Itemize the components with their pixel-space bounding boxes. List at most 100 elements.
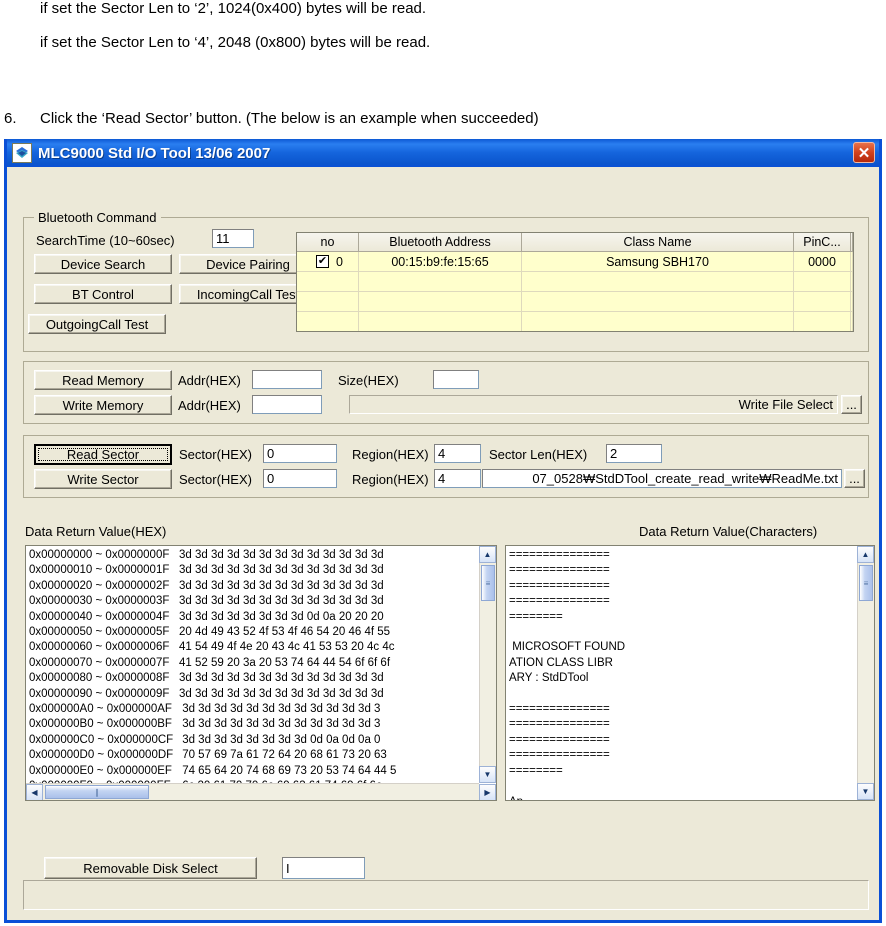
- char-pane-vertical-scrollbar[interactable]: ▲ ≡ ▼: [857, 546, 874, 800]
- bluetooth-device-table[interactable]: no Bluetooth Address Class Name PinC... …: [296, 232, 854, 332]
- write-memory-addr-input[interactable]: [252, 395, 322, 414]
- character-dump-line: ===============: [509, 703, 610, 716]
- character-dump-line: ===============: [509, 733, 610, 746]
- write-sector-file-path-input[interactable]: 07_0528₩StdDTool_create_read_write₩ReadM…: [482, 469, 842, 488]
- sector-command-group: Read Sector Write Sector Sector(HEX) 0 R…: [23, 435, 869, 498]
- hex-dump-row: 0x00000010 ~ 0x0000001F 3d 3d 3d 3d 3d 3d…: [29, 563, 396, 578]
- table-row-empty[interactable]: [297, 292, 853, 312]
- hex-dump-bytes: 3d 3d 3d 3d 3d 3d 3d 3d 0d 0a 20 20 20: [179, 610, 384, 623]
- hex-data-pane[interactable]: 0x00000000 ~ 0x0000000F 3d 3d 3d 3d 3d 3d…: [25, 545, 497, 801]
- read-memory-size-input[interactable]: [433, 370, 479, 389]
- read-memory-addr-input[interactable]: [252, 370, 322, 389]
- write-memory-browse-button[interactable]: ...: [841, 395, 862, 414]
- table-row-empty[interactable]: [297, 312, 853, 331]
- row-index-label: 0: [336, 254, 343, 269]
- table-header-pincode: PinC...: [794, 233, 851, 251]
- hex-dump-address: 0x00000060 ~ 0x0000006F: [29, 641, 170, 654]
- status-bar: [23, 880, 869, 910]
- write-sector-button[interactable]: Write Sector: [34, 469, 172, 489]
- read-region-input[interactable]: 4: [434, 444, 481, 463]
- write-region-input[interactable]: 4: [434, 469, 481, 488]
- write-sector-input[interactable]: 0: [263, 469, 337, 488]
- read-sector-button-label: Read Sector: [66, 447, 140, 462]
- scroll-right-icon[interactable]: ▶: [479, 784, 496, 800]
- write-memory-addr-label: Addr(HEX): [178, 398, 241, 413]
- hex-dump-row: 0x000000E0 ~ 0x000000EF 74 65 64 20 74 6…: [29, 764, 396, 779]
- hex-dump-address: 0x000000C0 ~ 0x000000CF: [29, 733, 174, 746]
- hex-dump-address: 0x00000040 ~ 0x0000004F: [29, 610, 170, 623]
- table-header-spacer: [851, 233, 853, 251]
- read-sector-button[interactable]: Read Sector: [34, 444, 172, 465]
- hex-dump-address: 0x00000050 ~ 0x0000005F: [29, 626, 170, 639]
- read-memory-addr-label: Addr(HEX): [178, 373, 241, 388]
- read-memory-button[interactable]: Read Memory: [34, 370, 172, 390]
- search-time-label: SearchTime (10~60sec): [36, 233, 175, 248]
- table-cell-pincode: 0000: [794, 252, 851, 271]
- hex-dump-bytes: 3d 3d 3d 3d 3d 3d 3d 3d 3d 3d 3d 3d 3d: [179, 564, 384, 577]
- hex-dump-address: 0x00000080 ~ 0x0000008F: [29, 672, 170, 685]
- table-cell-no: ✔ 0: [297, 252, 359, 271]
- table-row-empty[interactable]: [297, 272, 853, 292]
- scroll-down-icon[interactable]: ▼: [479, 766, 496, 783]
- hex-dump-row: 0x000000B0 ~ 0x000000BF 3d 3d 3d 3d 3d 3…: [29, 717, 396, 732]
- hex-dump-bytes: 70 57 69 7a 61 72 64 20 68 61 73 20 63: [179, 749, 387, 762]
- bt-control-button[interactable]: BT Control: [34, 284, 172, 304]
- hex-pane-horizontal-scrollbar[interactable]: ◀ ∥ ▶: [26, 783, 496, 800]
- hex-dump-address: 0x000000B0 ~ 0x000000BF: [29, 718, 172, 731]
- hex-dump-text: 0x00000000 ~ 0x0000000F 3d 3d 3d 3d 3d 3d…: [29, 548, 396, 795]
- search-time-input[interactable]: 11: [212, 229, 254, 248]
- hex-dump-address: 0x00000070 ~ 0x0000007F: [29, 656, 170, 669]
- doc-text-line-1: if set the Sector Len to ‘2’, 1024(0x400…: [40, 0, 427, 17]
- hex-dump-bytes: 3d 3d 3d 3d 3d 3d 3d 3d 3d 3d 3d 3d 3d: [179, 672, 384, 685]
- scroll-up-icon[interactable]: ▲: [479, 546, 496, 563]
- hex-dump-bytes: 3d 3d 3d 3d 3d 3d 3d 3d 3d 3d 3d 3d 3d: [179, 549, 384, 561]
- hex-horizontal-scroll-thumb[interactable]: ∥: [45, 785, 149, 799]
- data-return-char-label: Data Return Value(Characters): [639, 524, 818, 539]
- scroll-left-icon[interactable]: ◀: [26, 784, 43, 800]
- outgoing-call-test-button[interactable]: OutgoingCall Test: [28, 314, 166, 334]
- doc-text-line-2: if set the Sector Len to ‘4’, 2048 (0x80…: [40, 34, 431, 51]
- character-data-pane[interactable]: =============== =============== ==========…: [505, 545, 875, 801]
- write-memory-file-field[interactable]: Write File Select: [349, 395, 838, 414]
- hex-dump-address: 0x00000000 ~ 0x0000000F: [29, 549, 170, 561]
- removable-disk-select-button[interactable]: Removable Disk Select: [44, 857, 257, 879]
- window-titlebar: MLC9000 Std I/O Tool 13/06 2007 ✕: [7, 139, 879, 167]
- table-header-row: no Bluetooth Address Class Name PinC...: [297, 233, 853, 252]
- character-dump-line: ATION CLASS LIBR: [509, 656, 613, 669]
- app-diamond-icon: [12, 143, 32, 163]
- read-sector-input[interactable]: 0: [263, 444, 337, 463]
- character-dump-line: ===============: [509, 749, 610, 762]
- hex-dump-bytes: 3d 3d 3d 3d 3d 3d 3d 3d 3d 3d 3d 3d 3d: [179, 687, 384, 700]
- scroll-down-icon[interactable]: ▼: [857, 783, 874, 800]
- character-dump-line: ===============: [509, 564, 610, 577]
- device-search-button[interactable]: Device Search: [34, 254, 172, 274]
- hex-dump-bytes: 3d 3d 3d 3d 3d 3d 3d 3d 3d 3d 3d 3d 3: [179, 703, 381, 716]
- character-dump-line: ===============: [509, 549, 610, 561]
- hex-dump-row: 0x00000000 ~ 0x0000000F 3d 3d 3d 3d 3d 3d…: [29, 548, 396, 563]
- sector-len-input[interactable]: 2: [606, 444, 662, 463]
- read-sector-label: Sector(HEX): [179, 447, 252, 462]
- write-sector-browse-button[interactable]: ...: [844, 469, 865, 488]
- table-row[interactable]: ✔ 0 00:15:b9:fe:15:65 Samsung SBH170 000…: [297, 252, 853, 272]
- hex-dump-row: 0x000000A0 ~ 0x000000AF 3d 3d 3d 3d 3d 3…: [29, 702, 396, 717]
- hex-dump-bytes: 74 65 64 20 74 68 69 73 20 53 74 64 44 5: [179, 764, 397, 777]
- table-header-address: Bluetooth Address: [359, 233, 522, 251]
- removable-disk-input[interactable]: I: [282, 857, 365, 879]
- char-vertical-scroll-thumb[interactable]: ≡: [859, 565, 873, 601]
- hex-pane-vertical-scrollbar[interactable]: ▲ ≡ ▼: [479, 546, 496, 783]
- screenshot-root: if set the Sector Len to ‘2’, 1024(0x400…: [0, 0, 886, 926]
- hex-dump-row: 0x00000040 ~ 0x0000004F 3d 3d 3d 3d 3d 3d…: [29, 610, 396, 625]
- table-header-class: Class Name: [522, 233, 794, 251]
- table-cell-class: Samsung SBH170: [522, 252, 794, 271]
- scroll-up-icon[interactable]: ▲: [857, 546, 874, 563]
- table-header-no: no: [297, 233, 359, 251]
- write-memory-button[interactable]: Write Memory: [34, 395, 172, 415]
- hex-vertical-scroll-thumb[interactable]: ≡: [481, 565, 495, 601]
- data-return-hex-label: Data Return Value(HEX): [25, 524, 167, 539]
- hex-dump-address: 0x000000D0 ~ 0x000000DF: [29, 749, 174, 762]
- character-dump-line: ARY : StdDTool: [509, 672, 589, 685]
- hex-dump-bytes: 3d 3d 3d 3d 3d 3d 3d 3d 3d 3d 3d 3d 3d: [179, 579, 384, 592]
- row-checkbox[interactable]: ✔: [316, 255, 330, 268]
- hex-dump-address: 0x00000020 ~ 0x0000002F: [29, 579, 170, 592]
- close-icon[interactable]: ✕: [853, 142, 875, 163]
